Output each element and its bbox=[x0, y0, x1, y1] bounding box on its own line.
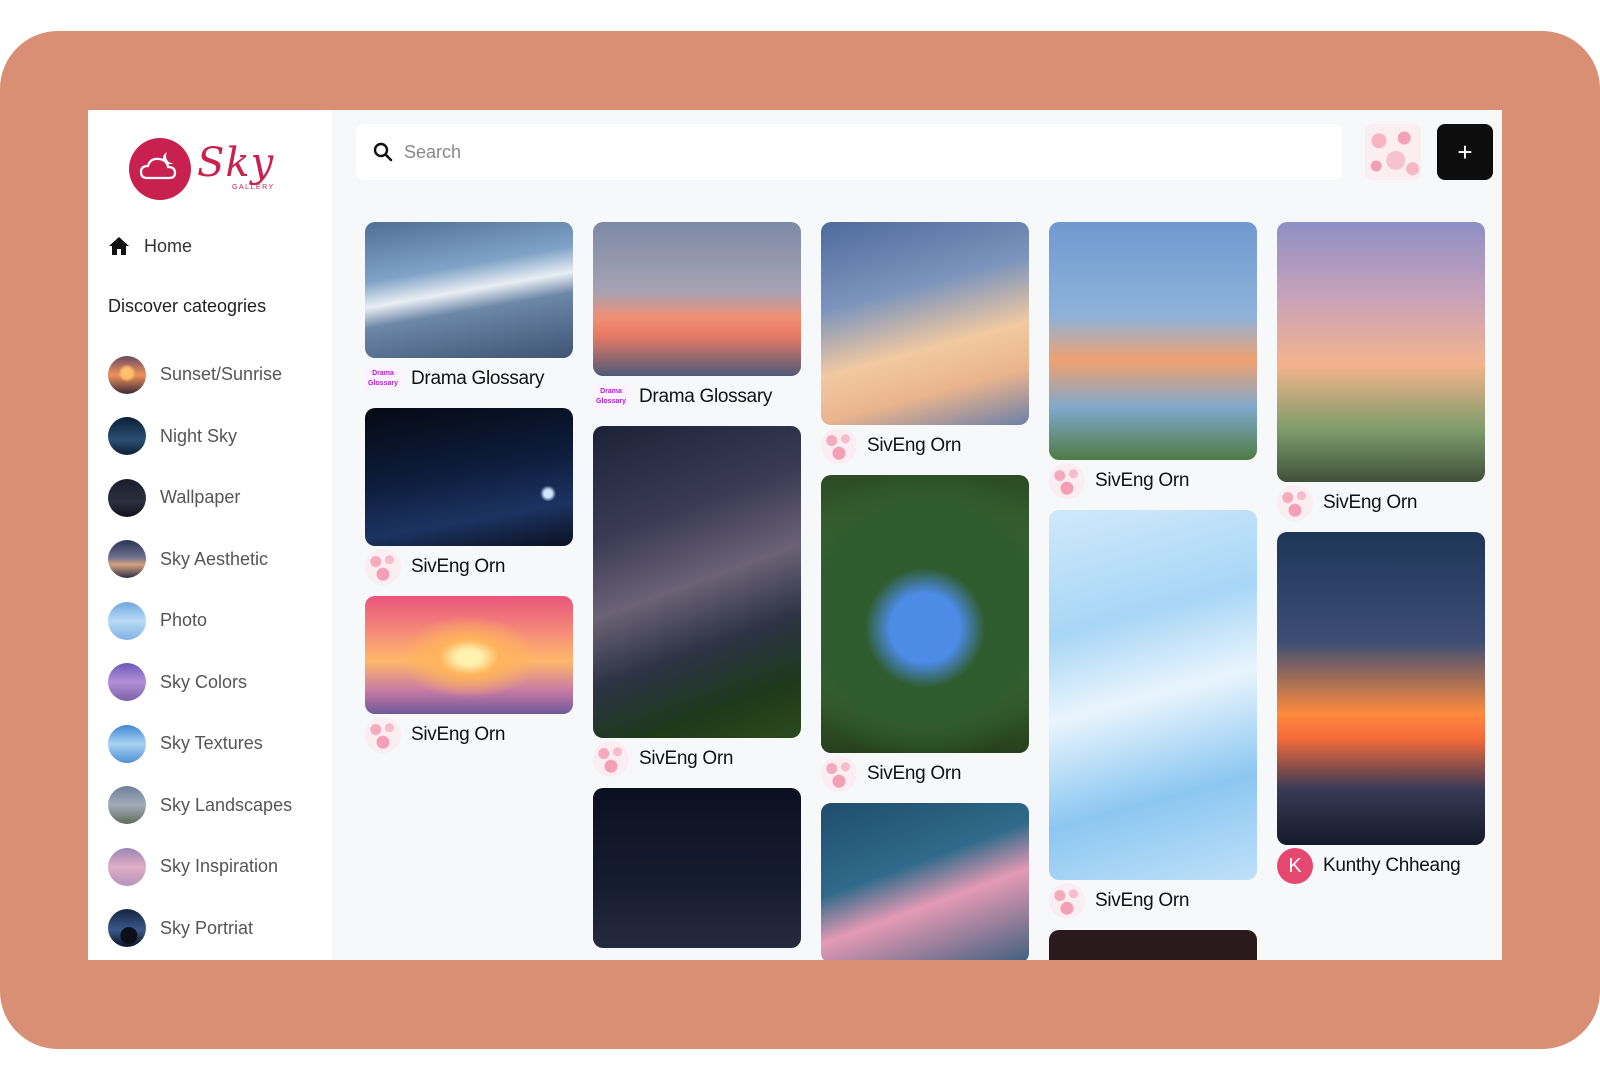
pin-meta: SivEng Orn bbox=[1277, 482, 1485, 524]
brand-logo[interactable]: Sky GALLERY bbox=[129, 138, 279, 204]
user-avatar[interactable]: Drama Glossary bbox=[593, 385, 629, 409]
category-label: Sky Inspiration bbox=[160, 856, 279, 877]
add-button[interactable]: + bbox=[1437, 124, 1493, 180]
category-label: Sunset/Sunrise bbox=[160, 364, 283, 385]
pin-meta: SivEng Orn bbox=[365, 714, 573, 756]
pin-image[interactable] bbox=[365, 408, 573, 546]
pin-image[interactable] bbox=[1049, 930, 1257, 960]
pin-meta: SivEng Orn bbox=[365, 546, 573, 588]
category-thumbnail bbox=[108, 847, 146, 886]
pin-author[interactable]: SivEng Orn bbox=[1323, 492, 1417, 514]
cloud-moon-icon bbox=[129, 138, 191, 200]
brand-subtitle: GALLERY bbox=[232, 184, 275, 191]
pin-author[interactable]: SivEng Orn bbox=[867, 435, 961, 457]
user-avatar[interactable] bbox=[1277, 485, 1313, 521]
pin-author[interactable]: Kunthy Chheang bbox=[1323, 855, 1461, 877]
feed-column: Drama Glossary Drama Glossary SivEng Orn bbox=[593, 222, 801, 948]
category-sky-colors[interactable]: Sky Colors bbox=[108, 652, 292, 714]
pin-image[interactable] bbox=[593, 426, 801, 738]
user-avatar[interactable] bbox=[1049, 463, 1085, 499]
pin-image[interactable] bbox=[365, 596, 573, 714]
pin-image[interactable] bbox=[821, 803, 1029, 960]
user-avatar[interactable] bbox=[365, 549, 401, 585]
pin-meta: SivEng Orn bbox=[593, 738, 801, 780]
category-label: Night Sky bbox=[160, 425, 238, 446]
category-list: Sunset/Sunrise Night Sky Wallpaper Sky A… bbox=[108, 344, 292, 959]
pin-image[interactable] bbox=[1277, 532, 1485, 845]
pin-image[interactable] bbox=[593, 222, 801, 376]
feed-column: SivEng Orn SivEng Orn bbox=[821, 222, 1029, 960]
search-input[interactable] bbox=[404, 141, 1304, 163]
category-thumbnail bbox=[108, 601, 146, 640]
brand-name: Sky bbox=[197, 140, 275, 186]
pin-meta: SivEng Orn bbox=[1049, 460, 1257, 502]
category-sky-textures[interactable]: Sky Textures bbox=[108, 713, 292, 775]
pin-meta: Drama Glossary Drama Glossary bbox=[365, 358, 573, 400]
category-sky-portrait[interactable]: Sky Portriat bbox=[108, 898, 292, 960]
user-avatar[interactable] bbox=[821, 428, 857, 464]
search-bar[interactable] bbox=[356, 124, 1342, 180]
feed-column: SivEng Orn SivEng Orn bbox=[1049, 222, 1257, 960]
feed-column: SivEng Orn K Kunthy Chheang bbox=[1277, 222, 1485, 895]
pin-image[interactable] bbox=[821, 222, 1029, 425]
category-thumbnail bbox=[108, 724, 146, 763]
sidebar: Sky GALLERY Home Discover cateogries Sun… bbox=[88, 110, 332, 960]
category-sky-aesthetic[interactable]: Sky Aesthetic bbox=[108, 529, 292, 591]
user-avatar[interactable] bbox=[821, 756, 857, 792]
home-icon bbox=[109, 237, 129, 255]
category-sky-landscapes[interactable]: Sky Landscapes bbox=[108, 775, 292, 837]
user-avatar[interactable] bbox=[1049, 883, 1085, 919]
pin-meta: SivEng Orn bbox=[821, 425, 1029, 467]
user-avatar[interactable] bbox=[1365, 124, 1421, 180]
category-label: Wallpaper bbox=[160, 487, 241, 508]
category-thumbnail bbox=[108, 417, 146, 456]
category-photo[interactable]: Photo bbox=[108, 590, 292, 652]
category-label: Sky Aesthetic bbox=[160, 548, 269, 569]
pin-image[interactable] bbox=[593, 788, 801, 948]
pin-author[interactable]: SivEng Orn bbox=[867, 763, 961, 785]
pin-author[interactable]: SivEng Orn bbox=[1095, 890, 1189, 912]
pin-author[interactable]: SivEng Orn bbox=[411, 556, 505, 578]
category-wallpaper[interactable]: Wallpaper bbox=[108, 467, 292, 529]
search-icon bbox=[373, 142, 393, 162]
category-thumbnail bbox=[108, 540, 146, 579]
category-label: Sky Colors bbox=[160, 671, 248, 692]
category-night-sky[interactable]: Night Sky bbox=[108, 406, 292, 468]
pin-image[interactable] bbox=[1049, 510, 1257, 880]
feed-column: Drama Glossary Drama Glossary SivEng Orn… bbox=[365, 222, 573, 764]
category-label: Sky Textures bbox=[160, 733, 263, 754]
pin-image[interactable] bbox=[821, 475, 1029, 753]
category-label: Sky Portriat bbox=[160, 917, 254, 938]
category-label: Sky Landscapes bbox=[160, 794, 293, 815]
pin-author[interactable]: Drama Glossary bbox=[639, 386, 772, 408]
category-thumbnail bbox=[108, 786, 146, 825]
category-sky-inspiration[interactable]: Sky Inspiration bbox=[108, 836, 292, 898]
category-sunset-sunrise[interactable]: Sunset/Sunrise bbox=[108, 344, 292, 406]
user-avatar[interactable] bbox=[365, 717, 401, 753]
pin-meta: SivEng Orn bbox=[1049, 880, 1257, 922]
pin-author[interactable]: Drama Glossary bbox=[411, 368, 544, 390]
pin-author[interactable]: SivEng Orn bbox=[411, 724, 505, 746]
nav-home-label: Home bbox=[144, 235, 193, 256]
category-thumbnail bbox=[108, 355, 146, 394]
pin-author[interactable]: SivEng Orn bbox=[639, 748, 733, 770]
category-thumbnail bbox=[108, 909, 146, 948]
pin-author[interactable]: SivEng Orn bbox=[1095, 470, 1189, 492]
pin-meta: SivEng Orn bbox=[821, 753, 1029, 795]
categories-title: Discover cateogries bbox=[108, 296, 267, 316]
user-avatar[interactable] bbox=[593, 741, 629, 777]
pin-image[interactable] bbox=[1277, 222, 1485, 482]
category-thumbnail bbox=[108, 663, 146, 702]
user-avatar[interactable]: K bbox=[1277, 848, 1313, 884]
pin-image[interactable] bbox=[365, 222, 573, 358]
app-window: Sky GALLERY Home Discover cateogries Sun… bbox=[88, 110, 1502, 960]
pin-image[interactable] bbox=[1049, 222, 1257, 460]
pin-meta: K Kunthy Chheang bbox=[1277, 845, 1485, 887]
nav-home[interactable]: Home bbox=[108, 234, 192, 258]
category-label: Photo bbox=[160, 610, 208, 631]
user-avatar[interactable]: Drama Glossary bbox=[365, 367, 401, 391]
category-thumbnail bbox=[108, 478, 146, 517]
pin-meta: Drama Glossary Drama Glossary bbox=[593, 376, 801, 418]
